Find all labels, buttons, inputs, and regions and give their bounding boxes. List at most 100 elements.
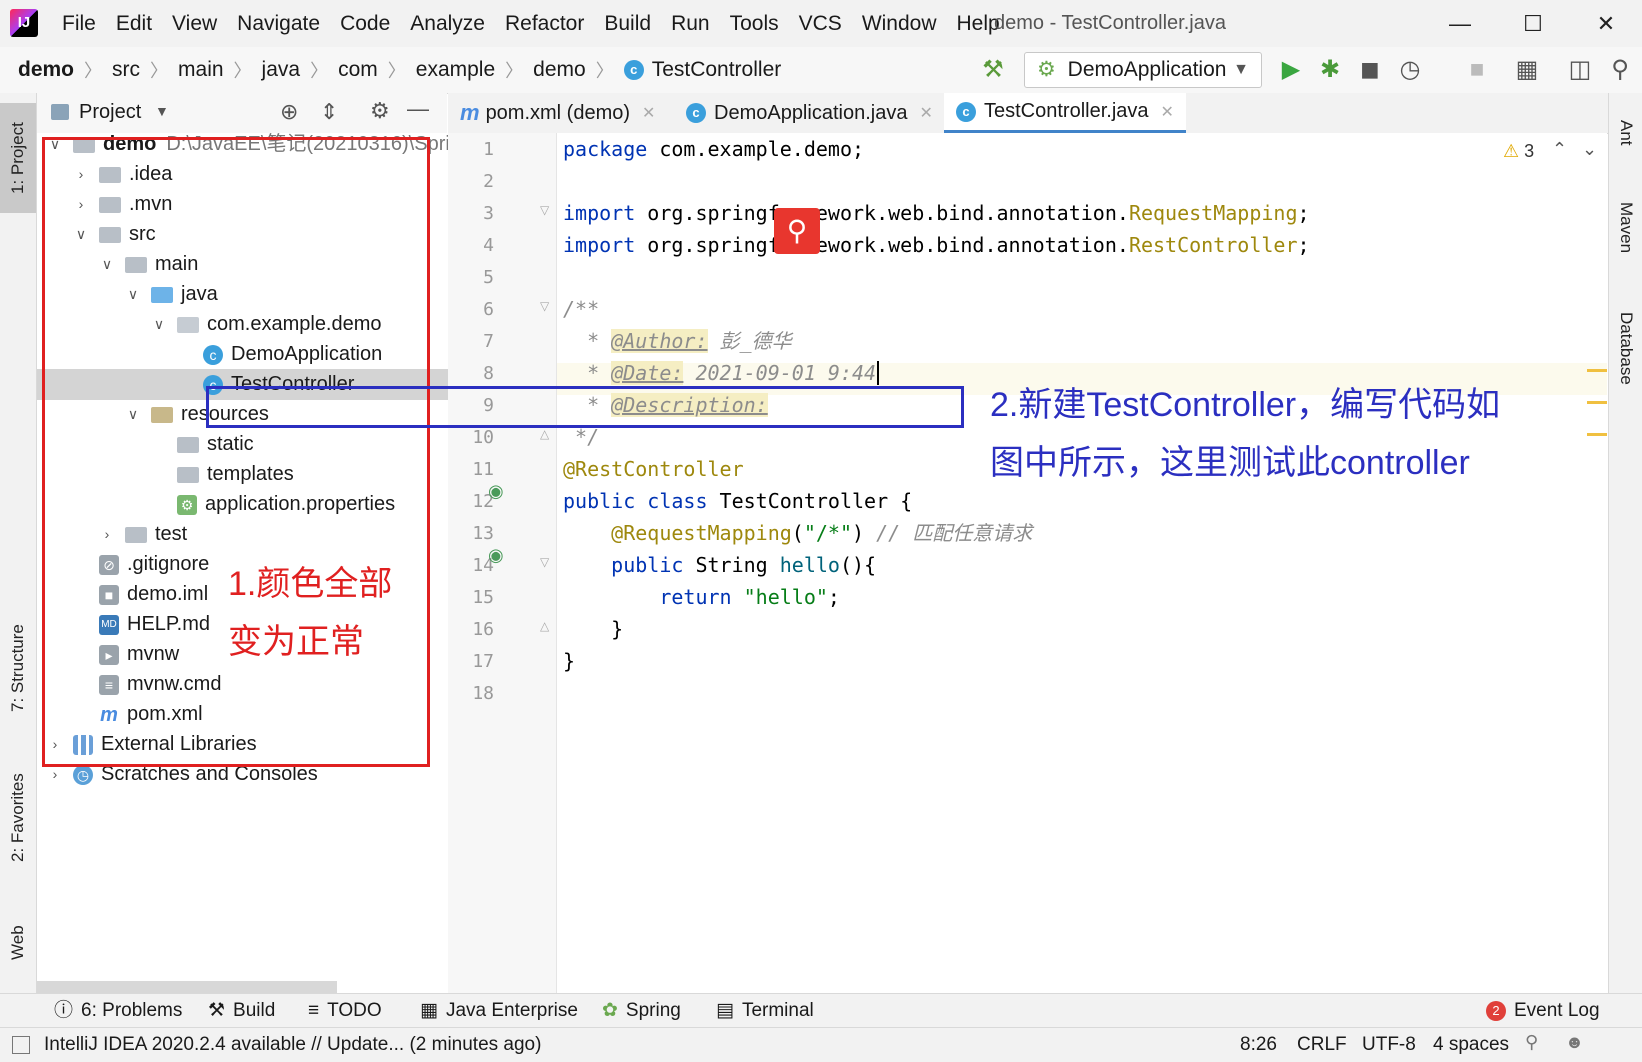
hide-panel-icon[interactable]: —	[407, 96, 429, 122]
caret-position[interactable]: 8:26	[1240, 1028, 1277, 1062]
menu-tools[interactable]: Tools	[720, 12, 789, 36]
breadcrumb-com[interactable]: com	[338, 58, 378, 82]
tab-structure-tool[interactable]: 7: Structure	[0, 603, 36, 733]
fold-icon[interactable]: ▽	[540, 299, 549, 313]
warning-stripe-marker[interactable]	[1587, 401, 1607, 404]
coverage-icon[interactable]: ◼	[1355, 55, 1385, 85]
run-icon[interactable]: ▶	[1276, 55, 1306, 85]
minimize-button[interactable]: —	[1430, 0, 1490, 47]
code-line: public String hello(){	[611, 553, 877, 577]
menu-edit[interactable]: Edit	[106, 12, 162, 36]
horizontal-scrollbar[interactable]	[37, 981, 337, 993]
menu-code[interactable]: Code	[330, 12, 400, 36]
tab-project-tool[interactable]: 1: Project	[0, 103, 36, 213]
blue-highlight-box	[206, 386, 964, 428]
menu-vcs[interactable]: VCS	[789, 12, 852, 36]
tab-pom-xml[interactable]: m pom.xml (demo) ✕	[448, 93, 667, 133]
run-config-select[interactable]: ⚙ DemoApplication ▼	[1024, 52, 1262, 88]
fold-icon[interactable]: △	[540, 427, 549, 441]
gear-icon[interactable]: ⚙	[370, 98, 390, 124]
tool-label: Event Log	[1514, 1000, 1600, 1021]
locate-file-icon[interactable]: ⊕	[280, 99, 298, 125]
stop-icon[interactable]: ■	[1462, 55, 1492, 85]
tab-ant-tool[interactable]: Ant	[1609, 103, 1642, 163]
request-mapping-gutter-icon[interactable]: ◉	[488, 545, 504, 566]
tab-label: TestController.java	[984, 100, 1149, 122]
warning-count: 3	[1524, 141, 1535, 161]
breadcrumb-demo-pkg[interactable]: demo	[533, 58, 586, 82]
maximize-button[interactable]: ☐	[1503, 0, 1563, 47]
breadcrumb-demo[interactable]: demo	[18, 58, 74, 82]
menu-window[interactable]: Window	[852, 12, 947, 36]
chevron-down-icon: ▼	[1233, 61, 1249, 78]
menu-file[interactable]: File	[52, 12, 106, 36]
fold-icon[interactable]: ▽	[540, 203, 549, 217]
breadcrumb-example[interactable]: example	[416, 58, 495, 82]
warnings-indicator[interactable]: ⚠ 3	[1503, 141, 1534, 162]
project-view-select[interactable]: Project	[79, 101, 141, 124]
next-highlight-icon[interactable]: ⌄	[1582, 139, 1597, 160]
close-window-button[interactable]: ✕	[1576, 0, 1636, 47]
project-panel-header: Project ▼ ⊕ ⇕ ⚙ —	[37, 93, 447, 134]
code-line: package com.example.demo;	[563, 137, 865, 161]
breadcrumb-java[interactable]: java	[262, 58, 301, 82]
code-line: @RestController	[563, 457, 744, 481]
line-separator[interactable]: CRLF	[1297, 1028, 1347, 1062]
lock-icon[interactable]: ⚲	[1525, 1032, 1538, 1053]
debug-icon[interactable]: ✱	[1315, 55, 1345, 85]
menu-refactor[interactable]: Refactor	[495, 12, 594, 36]
inspector-icon[interactable]: ☻	[1565, 1032, 1584, 1053]
breadcrumb-main[interactable]: main	[178, 58, 224, 82]
line-number: 13	[472, 523, 494, 544]
warning-stripe-marker[interactable]	[1587, 369, 1607, 372]
tab-maven-tool[interactable]: Maven	[1609, 183, 1642, 273]
menu-run[interactable]: Run	[661, 12, 720, 36]
menu-view[interactable]: View	[162, 12, 227, 36]
terminal-tool-button[interactable]: ▤ Terminal	[716, 994, 814, 1028]
collapse-all-icon[interactable]: ⇕	[320, 99, 338, 125]
line-number: 18	[472, 683, 494, 704]
todo-tool-button[interactable]: ≡ TODO	[308, 994, 382, 1028]
profile-icon[interactable]: ◷	[1395, 55, 1425, 85]
status-message[interactable]: IntelliJ IDEA 2020.2.4 available // Upda…	[44, 1028, 541, 1062]
fold-icon[interactable]: △	[540, 619, 549, 633]
close-icon[interactable]: ✕	[1161, 102, 1174, 122]
tab-demoapplication[interactable]: c DemoApplication.java ✕	[674, 93, 945, 133]
project-structure-icon[interactable]: ▦	[1512, 55, 1542, 85]
java-enterprise-icon: ▦	[420, 1000, 438, 1021]
close-icon[interactable]: ✕	[642, 103, 655, 123]
event-log-tool-button[interactable]: 2 Event Log	[1486, 994, 1600, 1028]
line-number: 8	[483, 363, 494, 384]
breadcrumb-testcontroller[interactable]: TestController	[652, 58, 782, 82]
previous-highlight-icon[interactable]: ⌃	[1552, 139, 1567, 160]
tab-label: DemoApplication.java	[714, 101, 908, 124]
project-view-icon	[51, 104, 69, 120]
tab-web-tool[interactable]: Web	[0, 903, 36, 983]
build-hammer-icon[interactable]: ⚒	[978, 55, 1008, 85]
tab-testcontroller[interactable]: c TestController.java ✕	[944, 93, 1186, 133]
tool-label: 6: Problems	[81, 1000, 183, 1021]
fold-icon[interactable]: ▽	[540, 555, 549, 569]
tool-label: TODO	[327, 1000, 382, 1021]
line-number: 11	[472, 459, 494, 480]
build-tool-button[interactable]: ⚒ Build	[208, 994, 275, 1028]
search-icon[interactable]: ⚲	[1605, 55, 1635, 85]
problems-tool-button[interactable]: ⓘ 6: Problems	[54, 994, 182, 1028]
code-editor[interactable]: package com.example.demo; import org.spr…	[557, 133, 1607, 993]
toggle-tool-windows-icon[interactable]	[12, 1036, 30, 1054]
spring-bean-gutter-icon[interactable]: ◉	[488, 481, 504, 502]
tool-window-icon[interactable]: ◫	[1565, 55, 1595, 85]
tab-database-tool[interactable]: Database	[1609, 293, 1642, 403]
file-encoding[interactable]: UTF-8	[1362, 1028, 1416, 1062]
breadcrumb: demo 〉 src 〉 main 〉 java 〉 com 〉 example 〉 dem…	[18, 58, 782, 82]
menu-build[interactable]: Build	[594, 12, 661, 36]
breadcrumb-src[interactable]: src	[112, 58, 140, 82]
java-enterprise-tool-button[interactable]: ▦ Java Enterprise	[420, 994, 578, 1028]
tab-favorites-tool[interactable]: 2: Favorites	[0, 753, 36, 883]
warning-stripe-marker[interactable]	[1587, 433, 1607, 436]
menu-navigate[interactable]: Navigate	[227, 12, 330, 36]
close-icon[interactable]: ✕	[919, 103, 932, 123]
menu-analyze[interactable]: Analyze	[400, 12, 495, 36]
spring-tool-button[interactable]: ✿ Spring	[602, 994, 681, 1028]
indent-setting[interactable]: 4 spaces	[1433, 1028, 1509, 1062]
